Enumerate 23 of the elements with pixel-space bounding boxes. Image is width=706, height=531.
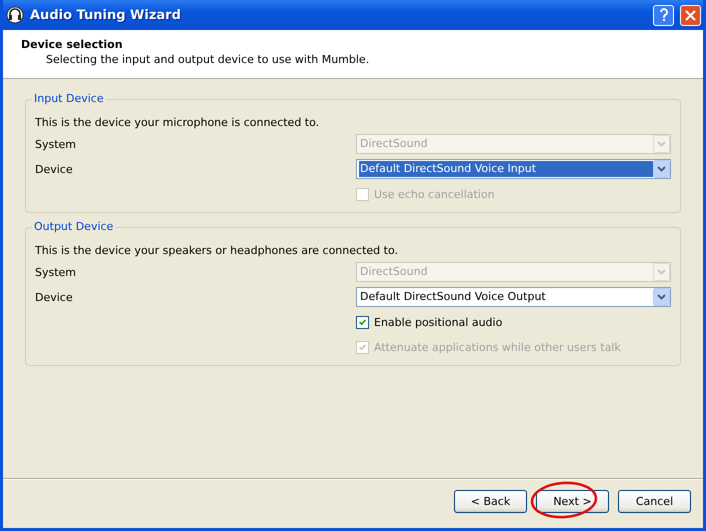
question-mark-icon	[658, 8, 668, 22]
window-title: Audio Tuning Wizard	[30, 8, 182, 22]
checkbox-label[interactable]: Enable positional audio	[374, 316, 502, 328]
wizard-button[interactable]: Next >	[536, 490, 609, 513]
group-title: Output Device	[32, 220, 116, 233]
field-label: System	[35, 138, 78, 150]
close-button[interactable]	[680, 4, 701, 26]
page-title: Device selection	[21, 38, 124, 51]
wizard-button[interactable]: Cancel	[618, 490, 691, 513]
group-title: Input Device	[32, 92, 106, 105]
field-label: Device	[35, 290, 74, 304]
field-label: Device	[35, 162, 74, 176]
group-description: This is the device your speakers or headphones are connected to.	[35, 244, 399, 257]
checkbox[interactable]	[356, 316, 369, 328]
page-subtitle: Selecting the input and output device to use with Mumble.	[45, 53, 370, 66]
dropdown[interactable]: Default DirectSound Voice Input	[356, 159, 671, 179]
field-label: System	[35, 266, 78, 278]
dropdown[interactable]: Default DirectSound Voice Output	[356, 287, 671, 307]
headphones-icon	[6, 6, 24, 24]
wizard-button[interactable]: < Back	[454, 490, 527, 513]
help-button[interactable]	[653, 4, 674, 26]
group-description: This is the device your microphone is connected to.	[35, 116, 320, 129]
close-icon	[685, 10, 696, 20]
